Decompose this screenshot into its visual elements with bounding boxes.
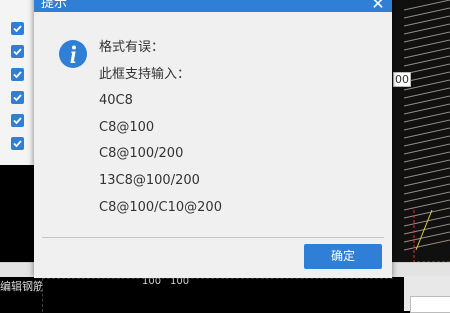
dialog-titlebar[interactable]: 提示 ✕ — [34, 0, 392, 12]
layer-checkbox[interactable] — [11, 22, 24, 35]
bottom-right-input[interactable] — [410, 296, 450, 313]
message-line: C8@100 — [99, 119, 155, 135]
info-icon — [59, 40, 87, 68]
rebar-grid — [42, 278, 393, 312]
canvas-dimension-label: 00 — [393, 72, 411, 87]
message-line: 格式有误： — [99, 40, 165, 55]
drawing-canvas-left[interactable] — [0, 170, 36, 262]
message-line: 40C8 — [99, 93, 133, 109]
ok-button[interactable]: 确定 — [304, 244, 382, 269]
layer-checkbox[interactable] — [11, 45, 24, 58]
layer-checkbox[interactable] — [11, 91, 24, 104]
edit-rebar-label: 编辑钢筋 — [0, 280, 42, 293]
prompt-dialog: 提示 ✕ 格式有误： 此框支持输入： 40C8 C8@100 C8@100/20… — [34, 0, 392, 278]
message-line: C8@100/C10@200 — [99, 199, 222, 215]
message-line: 13C8@100/200 — [99, 172, 200, 188]
message-line: 此框支持输入： — [99, 66, 191, 82]
layer-checkbox[interactable] — [11, 114, 24, 127]
dialog-title: 提示 — [41, 0, 68, 11]
layer-panel — [0, 0, 37, 165]
layer-checkbox[interactable] — [11, 68, 24, 81]
layer-checkbox[interactable] — [11, 137, 24, 150]
drawing-canvas-right[interactable] — [392, 0, 450, 270]
error-message: 格式有误： 此框支持输入： 40C8 C8@100 C8@100/200 13C… — [99, 40, 222, 226]
message-line: C8@100/200 — [99, 146, 184, 162]
close-button[interactable]: ✕ — [370, 0, 386, 12]
dialog-divider — [42, 237, 384, 238]
